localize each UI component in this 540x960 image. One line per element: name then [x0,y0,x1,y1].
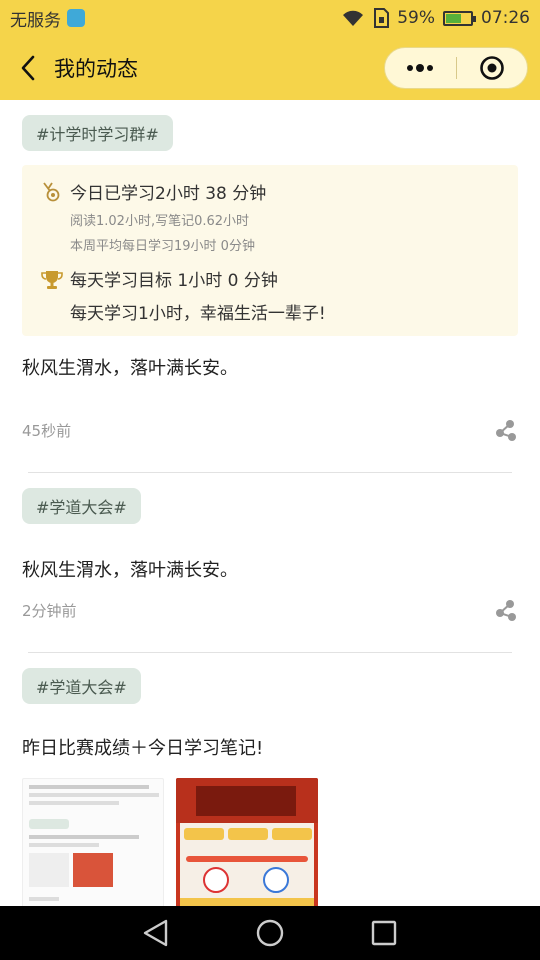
daily-goal: 每天学习目标 1小时 0 分钟 [70,271,278,291]
study-breakdown: 阅读1.02小时,写笔记0.62小时 [70,214,250,229]
home-circle-icon[interactable] [255,918,285,948]
share-icon[interactable] [494,598,518,622]
wifi-icon [343,10,364,26]
post-time: 45秒前 [22,421,72,440]
system-nav-bar [0,906,540,960]
goal-motto: 每天学习1小时，幸福生活一辈子! [70,304,326,324]
sim-icon [374,8,390,28]
today-study-time: 今日已学习2小时 38 分钟 [70,184,267,204]
medal-icon [40,181,70,207]
trophy-icon [40,268,70,296]
post-text: 昨日比赛成绩＋今日学习笔记! [22,738,264,759]
topic-tag[interactable]: #学道大会# [22,668,141,704]
chevron-left-icon [21,55,35,81]
competition-screenshot-thumbnail[interactable] [176,778,318,906]
close-mini-program-button[interactable] [457,48,528,88]
more-button[interactable] [385,48,456,88]
topic-tag[interactable]: #学道大会# [22,488,141,524]
feed-post: #计学时学习群# 今日已学习2小时 38 分钟 阅读1.02小时,写笔记0.62… [0,100,540,442]
back-button[interactable] [14,50,42,86]
mini-program-capsule [384,47,528,89]
recents-square-icon[interactable] [370,919,398,947]
page-title: 我的动态 [54,57,138,81]
post-screenshot-thumbnail[interactable] [22,778,164,906]
target-circle-icon [479,56,504,80]
topic-tag[interactable]: #计学时学习群# [22,115,173,151]
post-time: 2分钟前 [22,601,77,620]
post-text: 秋风生渭水，落叶满长安。 [22,358,238,379]
post-text: 秋风生渭水，落叶满长安。 [22,560,238,581]
back-triangle-icon[interactable] [142,918,170,948]
clock: 07:26 [481,8,530,28]
app-badge-icon [67,9,85,27]
study-summary-card: 今日已学习2小时 38 分钟 阅读1.02小时,写笔记0.62小时 本周平均每日… [22,165,518,336]
weekly-average: 本周平均每日学习19小时 0分钟 [70,239,255,254]
share-icon[interactable] [494,418,518,442]
status-bar: 无服务 59% 07:26 [0,0,540,36]
nav-bar: 我的动态 [0,36,540,100]
battery-percent: 59% [397,8,435,28]
feed[interactable]: #计学时学习群# 今日已学习2小时 38 分钟 阅读1.02小时,写笔记0.62… [0,100,540,906]
more-dots-icon [407,64,434,72]
battery-fill [446,13,462,23]
carrier-text: 无服务 [10,10,61,31]
feed-post: #学道大会# 秋风生渭水，落叶满长安。 2分钟前 [0,473,540,622]
post-images [22,778,518,906]
feed-post: #学道大会# 昨日比赛成绩＋今日学习笔记! [0,653,540,906]
battery-icon [443,10,476,26]
